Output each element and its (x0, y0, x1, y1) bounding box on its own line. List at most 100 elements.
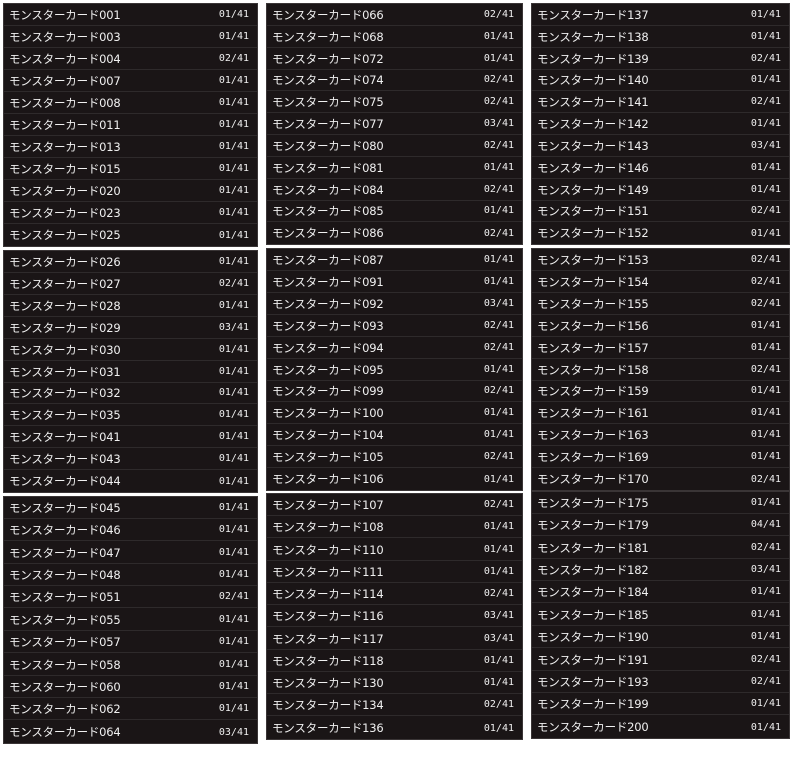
card-list-row[interactable]: モンスターカード072 01/41 (267, 48, 522, 70)
card-list-row[interactable]: モンスターカード163 01/41 (532, 424, 789, 446)
card-list-row[interactable]: モンスターカード094 02/41 (267, 337, 522, 359)
card-list-row[interactable]: モンスターカード041 01/41 (4, 426, 257, 448)
card-list-row[interactable]: モンスターカード199 01/41 (532, 693, 789, 715)
card-list-row[interactable]: モンスターカード161 01/41 (532, 402, 789, 424)
card-list-row[interactable]: モンスターカード080 02/41 (267, 135, 522, 157)
card-list-row[interactable]: モンスターカード117 03/41 (267, 628, 522, 650)
card-list-row[interactable]: モンスターカード020 01/41 (4, 180, 257, 202)
card-list-row[interactable]: モンスターカード008 01/41 (4, 92, 257, 114)
card-list-row[interactable]: モンスターカード058 01/41 (4, 654, 257, 676)
card-list-row[interactable]: モンスターカード043 01/41 (4, 448, 257, 470)
card-list-row[interactable]: モンスターカード169 01/41 (532, 446, 789, 468)
card-list-row[interactable]: モンスターカード086 02/41 (267, 222, 522, 244)
card-list-row[interactable]: モンスターカード137 01/41 (532, 4, 789, 26)
card-list-row[interactable]: モンスターカード046 01/41 (4, 519, 257, 541)
card-list-row[interactable]: モンスターカード111 01/41 (267, 561, 522, 583)
card-list-row[interactable]: モンスターカード004 02/41 (4, 48, 257, 70)
card-list-row[interactable]: モンスターカード140 01/41 (532, 69, 789, 91)
card-list-row[interactable]: モンスターカード064 03/41 (4, 721, 257, 743)
card-list-row[interactable]: モンスターカード027 02/41 (4, 273, 257, 295)
card-list-row[interactable]: モンスターカード139 02/41 (532, 48, 789, 70)
card-list-row[interactable]: モンスターカード190 01/41 (532, 626, 789, 648)
card-list-row[interactable]: モンスターカード013 01/41 (4, 136, 257, 158)
card-list-row[interactable]: モンスターカード157 01/41 (532, 337, 789, 359)
card-list-row[interactable]: モンスターカード170 02/41 (532, 468, 789, 490)
card-list-row[interactable]: モンスターカード074 02/41 (267, 69, 522, 91)
card-list-row[interactable]: モンスターカード193 02/41 (532, 671, 789, 693)
card-list-row[interactable]: モンスターカード030 01/41 (4, 339, 257, 361)
card-list-row[interactable]: モンスターカード141 02/41 (532, 91, 789, 113)
card-list-row[interactable]: モンスターカード001 01/41 (4, 4, 257, 26)
card-list-row[interactable]: モンスターカード092 03/41 (267, 293, 522, 315)
card-list-row[interactable]: モンスターカード045 01/41 (4, 497, 257, 519)
card-list-row[interactable]: モンスターカード075 02/41 (267, 91, 522, 113)
card-list-row[interactable]: モンスターカード062 01/41 (4, 698, 257, 720)
card-list-row[interactable]: モンスターカード029 03/41 (4, 317, 257, 339)
card-list-row[interactable]: モンスターカード149 01/41 (532, 179, 789, 201)
card-list-row[interactable]: モンスターカード047 01/41 (4, 542, 257, 564)
card-list-row[interactable]: モンスターカード151 02/41 (532, 200, 789, 222)
card-list-row[interactable]: モンスターカード134 02/41 (267, 694, 522, 716)
card-list-row[interactable]: モンスターカード048 01/41 (4, 564, 257, 586)
card-list-row[interactable]: モンスターカード104 01/41 (267, 424, 522, 446)
card-list-row[interactable]: モンスターカード044 01/41 (4, 470, 257, 492)
card-list-row[interactable]: モンスターカード060 01/41 (4, 676, 257, 698)
card-list-row[interactable]: モンスターカード099 02/41 (267, 380, 522, 402)
card-list-row[interactable]: モンスターカード118 01/41 (267, 650, 522, 672)
card-list-row[interactable]: モンスターカード011 01/41 (4, 114, 257, 136)
card-list-row[interactable]: モンスターカード108 01/41 (267, 516, 522, 538)
card-list-row[interactable]: モンスターカード025 01/41 (4, 224, 257, 246)
card-list-row[interactable]: モンスターカード114 02/41 (267, 583, 522, 605)
card-list-row[interactable]: モンスターカード028 01/41 (4, 295, 257, 317)
card-count: 03/41 (483, 298, 514, 309)
card-list-row[interactable]: モンスターカード084 02/41 (267, 179, 522, 201)
card-list-row[interactable]: モンスターカード191 02/41 (532, 649, 789, 671)
card-list-row[interactable]: モンスターカード200 01/41 (532, 716, 789, 738)
card-list-row[interactable]: モンスターカード152 01/41 (532, 222, 789, 244)
card-list-row[interactable]: モンスターカード066 02/41 (267, 4, 522, 26)
card-list-row[interactable]: モンスターカード184 01/41 (532, 581, 789, 603)
card-list-row[interactable]: モンスターカード154 02/41 (532, 271, 789, 293)
card-list-row[interactable]: モンスターカード095 01/41 (267, 359, 522, 381)
card-list-row[interactable]: モンスターカード068 01/41 (267, 26, 522, 48)
card-list-row[interactable]: モンスターカード182 03/41 (532, 559, 789, 581)
card-list-row[interactable]: モンスターカード007 01/41 (4, 70, 257, 92)
card-list-row[interactable]: モンスターカード185 01/41 (532, 604, 789, 626)
card-list-row[interactable]: モンスターカード130 01/41 (267, 672, 522, 694)
card-list-row[interactable]: モンスターカード153 02/41 (532, 249, 789, 271)
card-list-row[interactable]: モンスターカード156 01/41 (532, 315, 789, 337)
card-list-row[interactable]: モンスターカード077 03/41 (267, 113, 522, 135)
card-list-row[interactable]: モンスターカード023 01/41 (4, 202, 257, 224)
card-list-row[interactable]: モンスターカード055 01/41 (4, 609, 257, 631)
card-list-row[interactable]: モンスターカード146 01/41 (532, 157, 789, 179)
card-list-row[interactable]: モンスターカード015 01/41 (4, 158, 257, 180)
card-list-row[interactable]: モンスターカード087 01/41 (267, 249, 522, 271)
card-list-row[interactable]: モンスターカード159 01/41 (532, 380, 789, 402)
card-list-row[interactable]: モンスターカード105 02/41 (267, 446, 522, 468)
card-list-row[interactable]: モンスターカード051 02/41 (4, 586, 257, 608)
card-list-row[interactable]: モンスターカード057 01/41 (4, 631, 257, 653)
card-list-row[interactable]: モンスターカード107 02/41 (267, 494, 522, 516)
card-list-row[interactable]: モンスターカード035 01/41 (4, 404, 257, 426)
card-list-row[interactable]: モンスターカード110 01/41 (267, 539, 522, 561)
card-list-row[interactable]: モンスターカード142 01/41 (532, 113, 789, 135)
card-list-row[interactable]: モンスターカード155 02/41 (532, 293, 789, 315)
card-list-row[interactable]: モンスターカード179 04/41 (532, 514, 789, 536)
card-list-row[interactable]: モンスターカード003 01/41 (4, 26, 257, 48)
card-list-row[interactable]: モンスターカード143 03/41 (532, 135, 789, 157)
card-list-row[interactable]: モンスターカード026 01/41 (4, 251, 257, 273)
card-list-row[interactable]: モンスターカード138 01/41 (532, 26, 789, 48)
card-list-row[interactable]: モンスターカード175 01/41 (532, 492, 789, 514)
card-list-row[interactable]: モンスターカード031 01/41 (4, 361, 257, 383)
card-list-row[interactable]: モンスターカード181 02/41 (532, 537, 789, 559)
card-list-row[interactable]: モンスターカード032 01/41 (4, 382, 257, 404)
card-list-row[interactable]: モンスターカード106 01/41 (267, 468, 522, 490)
card-list-row[interactable]: モンスターカード116 03/41 (267, 605, 522, 627)
card-list-row[interactable]: モンスターカード093 02/41 (267, 315, 522, 337)
card-list-row[interactable]: モンスターカード158 02/41 (532, 359, 789, 381)
card-list-row[interactable]: モンスターカード085 01/41 (267, 200, 522, 222)
card-list-row[interactable]: モンスターカード091 01/41 (267, 271, 522, 293)
card-list-row[interactable]: モンスターカード100 01/41 (267, 402, 522, 424)
card-list-row[interactable]: モンスターカード081 01/41 (267, 157, 522, 179)
card-list-row[interactable]: モンスターカード136 01/41 (267, 717, 522, 739)
